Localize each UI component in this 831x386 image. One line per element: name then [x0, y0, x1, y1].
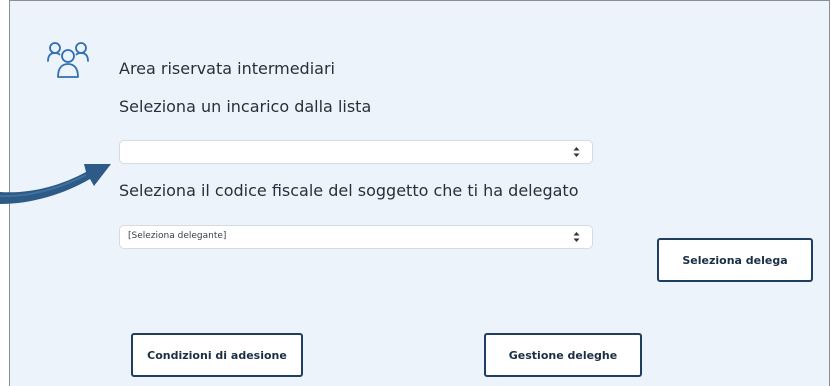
incarico-label: Seleziona un incarico dalla lista: [119, 97, 372, 116]
curved-arrow-icon: [0, 164, 111, 204]
delegante-selected-value: [Seleziona delegante]: [128, 231, 227, 241]
users-icon: [47, 42, 89, 78]
sort-arrows-icon: [573, 147, 580, 157]
condizioni-adesione-button[interactable]: Condizioni di adesione: [131, 333, 303, 377]
gestione-deleghe-button[interactable]: Gestione deleghe: [484, 333, 642, 377]
delegante-label: Seleziona il codice fiscale del soggetto…: [119, 181, 579, 200]
sort-arrows-icon: [573, 232, 580, 242]
intermediari-panel: Area riservata intermediari Seleziona un…: [9, 0, 830, 386]
seleziona-delega-button[interactable]: Seleziona delega: [657, 238, 813, 282]
area-title: Area riservata intermediari: [119, 59, 335, 78]
delegante-select[interactable]: [Seleziona delegante]: [119, 225, 593, 249]
incarico-select[interactable]: [119, 140, 593, 164]
